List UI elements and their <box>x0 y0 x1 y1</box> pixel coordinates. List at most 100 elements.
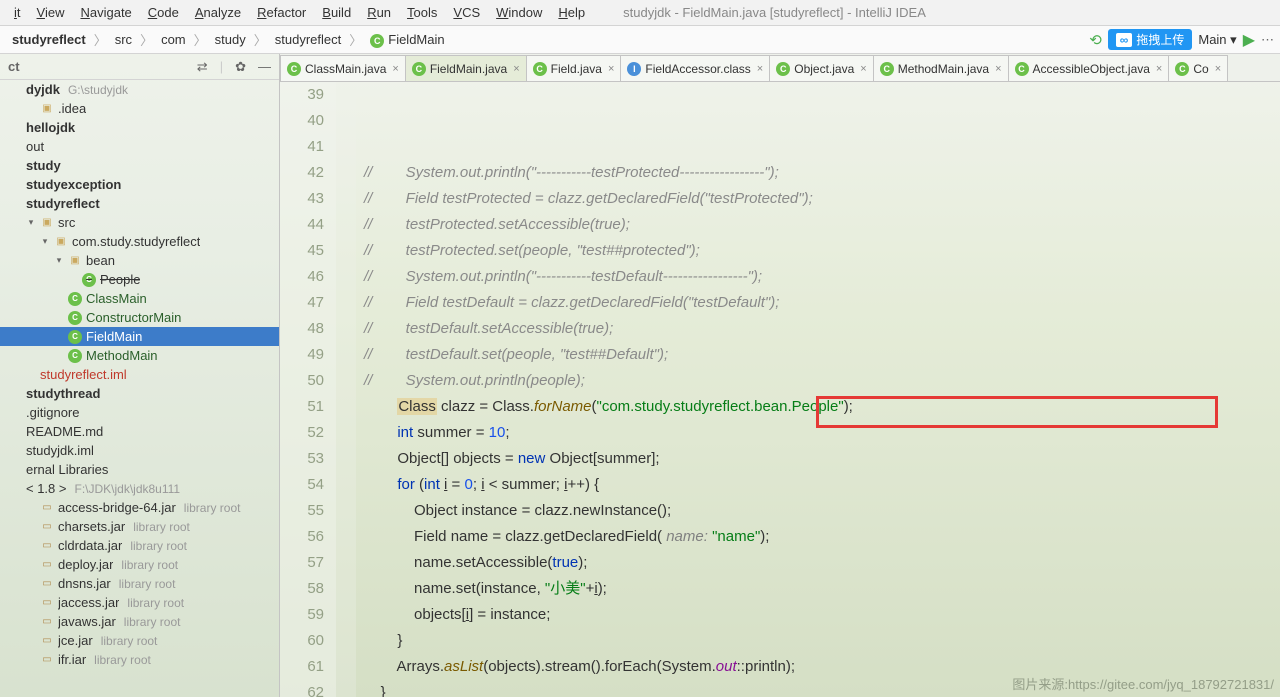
editor-tab[interactable]: CAccessibleObject.java× <box>1008 55 1170 81</box>
tree-node[interactable]: ▭javaws.jarlibrary root <box>0 612 279 631</box>
code-lines[interactable]: // System.out.println("-----------testPr… <box>356 82 1280 697</box>
editor-tab[interactable]: CField.java× <box>526 55 622 81</box>
tree-node[interactable]: ▭cldrdata.jarlibrary root <box>0 536 279 555</box>
tree-node[interactable]: ▭access-bridge-64.jarlibrary root <box>0 498 279 517</box>
tree-node[interactable]: dyjdkG:\studyjdk <box>0 80 279 99</box>
tree-node[interactable]: ▾▣com.study.studyreflect <box>0 232 279 251</box>
tree-node[interactable]: CPeople <box>0 270 279 289</box>
tree-node[interactable]: studythread <box>0 384 279 403</box>
code-line[interactable]: Object instance = clazz.newInstance(); <box>364 498 1280 524</box>
close-icon[interactable]: × <box>608 63 614 75</box>
code-line[interactable]: Object[] objects = new Object[summer]; <box>364 446 1280 472</box>
code-line[interactable]: int summer = 10; <box>364 420 1280 446</box>
tree-node[interactable]: < 1.8 >F:\JDK\jdk\jdk8u111 <box>0 479 279 498</box>
tree-node[interactable]: study <box>0 156 279 175</box>
gear-icon[interactable]: ✿ <box>235 59 246 75</box>
code-line[interactable]: // System.out.println("-----------testDe… <box>364 264 1280 290</box>
menu-help[interactable]: Help <box>550 3 593 22</box>
code-line[interactable]: // testProtected.set(people, "test##prot… <box>364 238 1280 264</box>
tree-node[interactable]: studyreflect.iml <box>0 365 279 384</box>
lib-icon: ▭ <box>40 634 54 648</box>
breadcrumb-item[interactable]: studyreflect <box>269 30 347 49</box>
menu-analyze[interactable]: Analyze <box>187 3 249 22</box>
code-view[interactable]: 3940414243444546474849505152535455565758… <box>280 82 1280 697</box>
collapse-icon[interactable]: — <box>258 59 271 74</box>
menu-refactor[interactable]: Refactor <box>249 3 314 22</box>
run-icon[interactable]: ▶ <box>1243 30 1255 50</box>
menu-bar: itViewNavigateCodeAnalyzeRefactorBuildRu… <box>0 0 1280 26</box>
tree-node[interactable]: ernal Libraries <box>0 460 279 479</box>
close-icon[interactable]: × <box>1156 63 1162 75</box>
tree-node[interactable]: README.md <box>0 422 279 441</box>
run-config-dropdown[interactable]: Main ▾ <box>1198 32 1236 48</box>
code-line[interactable]: // Field testProtected = clazz.getDeclar… <box>364 186 1280 212</box>
breadcrumb-item[interactable]: com <box>155 30 192 49</box>
tree-node[interactable]: .gitignore <box>0 403 279 422</box>
editor-tab[interactable]: CFieldMain.java× <box>405 55 527 81</box>
project-tree[interactable]: dyjdkG:\studyjdk▣.ideahellojdkoutstudyst… <box>0 80 279 669</box>
menu-run[interactable]: Run <box>359 3 399 22</box>
menu-navigate[interactable]: Navigate <box>72 3 139 22</box>
menu-it[interactable]: it <box>6 3 29 22</box>
tree-node[interactable]: CMethodMain <box>0 346 279 365</box>
close-icon[interactable]: × <box>860 63 866 75</box>
code-line[interactable]: // testDefault.setAccessible(true); <box>364 316 1280 342</box>
tree-node[interactable]: hellojdk <box>0 118 279 137</box>
tree-node[interactable]: ▾▣src <box>0 213 279 232</box>
close-icon[interactable]: × <box>513 63 519 75</box>
filter-icon[interactable]: ⇄ <box>197 59 208 75</box>
breadcrumb-item[interactable]: study <box>209 30 252 49</box>
breadcrumb-item[interactable]: src <box>109 30 138 49</box>
tree-node[interactable]: ▭dnsns.jarlibrary root <box>0 574 279 593</box>
upload-button[interactable]: ∞ 拖拽上传 <box>1108 29 1193 50</box>
tree-node[interactable]: ▭ifr.iarlibrary root <box>0 650 279 669</box>
tree-node[interactable]: ▭charsets.jarlibrary root <box>0 517 279 536</box>
tree-node[interactable]: ▣.idea <box>0 99 279 118</box>
editor-tab[interactable]: CCo× <box>1168 55 1228 81</box>
tree-node[interactable]: ▭jaccess.jarlibrary root <box>0 593 279 612</box>
tree-node[interactable]: studyreflect <box>0 194 279 213</box>
code-line[interactable]: // System.out.println(people); <box>364 368 1280 394</box>
file-icon: C <box>1015 62 1029 76</box>
tree-node[interactable]: studyjdk.iml <box>0 441 279 460</box>
code-line[interactable]: for (int i = 0; i < summer; i++) { <box>364 472 1280 498</box>
code-line[interactable]: Field name = clazz.getDeclaredField( nam… <box>364 524 1280 550</box>
folder-icon: ▣ <box>40 216 54 230</box>
code-line[interactable]: // testDefault.set(people, "test##Defaul… <box>364 342 1280 368</box>
tree-node[interactable]: out <box>0 137 279 156</box>
menu-vcs[interactable]: VCS <box>445 3 488 22</box>
tree-node[interactable]: CFieldMain <box>0 327 279 346</box>
code-line[interactable]: } <box>364 628 1280 654</box>
tree-node[interactable]: ▾▣bean <box>0 251 279 270</box>
close-icon[interactable]: × <box>1215 63 1221 75</box>
editor-tab[interactable]: CClassMain.java× <box>280 55 406 81</box>
code-line[interactable]: name.setAccessible(true); <box>364 550 1280 576</box>
code-line[interactable]: // System.out.println("-----------testPr… <box>364 160 1280 186</box>
code-line[interactable]: Class clazz = Class.forName("com.study.s… <box>364 394 1280 420</box>
more-icon[interactable]: ⋯ <box>1261 32 1274 48</box>
breadcrumb-item[interactable]: studyreflect <box>6 30 92 49</box>
code-line[interactable]: // Field testDefault = clazz.getDeclared… <box>364 290 1280 316</box>
tree-node[interactable]: CClassMain <box>0 289 279 308</box>
menu-code[interactable]: Code <box>140 3 187 22</box>
code-line[interactable]: name.set(instance, "小美"+i); <box>364 576 1280 602</box>
menu-window[interactable]: Window <box>488 3 550 22</box>
tree-node[interactable]: ▭jce.jarlibrary root <box>0 631 279 650</box>
close-icon[interactable]: × <box>392 63 398 75</box>
editor-tab[interactable]: CMethodMain.java× <box>873 55 1009 81</box>
sync-icon[interactable]: ⟲ <box>1089 31 1102 49</box>
tree-node[interactable]: studyexception <box>0 175 279 194</box>
editor-tab[interactable]: IFieldAccessor.class× <box>620 55 770 81</box>
close-icon[interactable]: × <box>995 63 1001 75</box>
breadcrumb-item[interactable]: CFieldMain <box>364 30 450 50</box>
editor-tab[interactable]: CObject.java× <box>769 55 873 81</box>
code-line[interactable]: objects[i] = instance; <box>364 602 1280 628</box>
menu-build[interactable]: Build <box>314 3 359 22</box>
menu-view[interactable]: View <box>29 3 73 22</box>
close-icon[interactable]: × <box>757 63 763 75</box>
folder-icon: ▣ <box>68 254 82 268</box>
menu-tools[interactable]: Tools <box>399 3 445 22</box>
tree-node[interactable]: ▭deploy.jarlibrary root <box>0 555 279 574</box>
code-line[interactable]: // testProtected.setAccessible(true); <box>364 212 1280 238</box>
tree-node[interactable]: CConstructorMain <box>0 308 279 327</box>
